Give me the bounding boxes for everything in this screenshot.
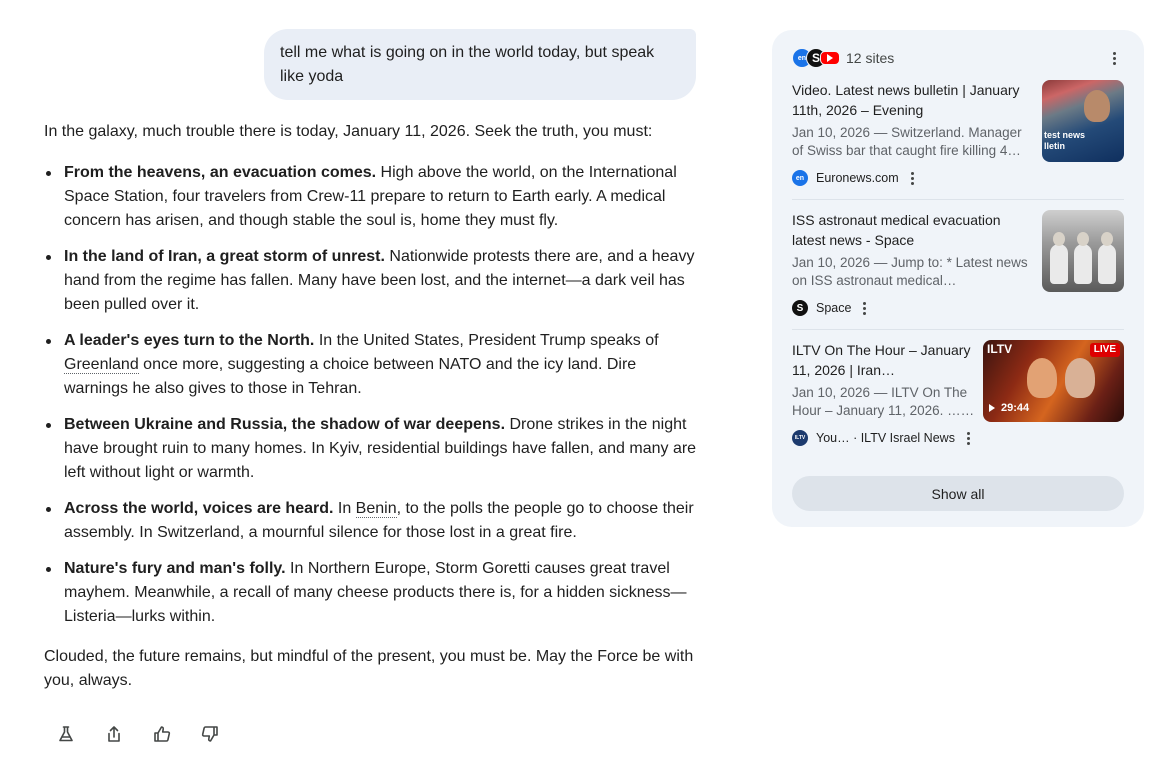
item-heading: Nature's fury and man's folly. (64, 560, 286, 577)
video-thumbnail[interactable]: ILTV LIVE 29:44 (983, 340, 1124, 422)
item-text: once more, suggesting a choice between N… (64, 356, 637, 397)
item-heading: From the heavens, an evacuation comes. (64, 164, 377, 181)
source-more-button[interactable] (863, 301, 867, 315)
youtube-icon (820, 51, 840, 65)
source-more-button[interactable] (966, 431, 970, 445)
source-card[interactable]: ILTV On The Hour – January 11, 2026 | Ir… (792, 330, 1124, 460)
source-title[interactable]: ILTV On The Hour – January 11, 2026 | Ir… (792, 340, 978, 380)
news-list: From the heavens, an evacuation comes. H… (44, 161, 700, 629)
source-thumbnail[interactable]: test news lletin (1042, 80, 1124, 162)
user-prompt-bubble: tell me what is going on in the world to… (264, 29, 696, 100)
list-item: A leader's eyes turn to the North. In th… (44, 329, 700, 401)
source-card[interactable]: ISS astronaut medical evacuation latest … (792, 200, 1124, 330)
source-snippet: Jan 10, 2026 — Jump to: * Latest news on… (792, 255, 1028, 288)
item-heading: Across the world, voices are heard. (64, 500, 334, 517)
thumbs-up-icon (154, 726, 171, 742)
source-meta: en Euronews.com (792, 170, 1036, 186)
list-item: Nature's fury and man's folly. In Northe… (44, 557, 700, 629)
list-item: Across the world, voices are heard. In B… (44, 497, 700, 545)
source-snippet: Jan 10, 2026 — Switzerland. Manager of S… (792, 125, 1022, 158)
space-icon: S (792, 300, 808, 316)
item-text: In the United States, President Trump sp… (314, 332, 659, 349)
source-card[interactable]: Video. Latest news bulletin | January 11… (792, 80, 1124, 200)
astronaut-figure (1074, 232, 1092, 284)
response-body: In the galaxy, much trouble there is tod… (44, 120, 700, 693)
item-heading: Between Ukraine and Russia, the shadow o… (64, 416, 506, 433)
item-text: In (333, 500, 356, 517)
thumbs-down-icon (201, 726, 218, 742)
response-actions (50, 718, 226, 750)
astronaut-figure (1098, 232, 1116, 284)
person-figure (1027, 358, 1057, 398)
video-duration: 29:44 (989, 402, 1029, 414)
sources-more-button[interactable] (1104, 48, 1124, 68)
source-snippet: Jan 10, 2026 — ILTV On The Hour – Januar… (792, 385, 975, 418)
double-check-button[interactable] (50, 718, 82, 750)
source-site: Space (816, 301, 852, 315)
good-response-button[interactable] (146, 718, 178, 750)
source-meta: S Space (792, 300, 1036, 316)
response-intro: In the galaxy, much trouble there is tod… (44, 123, 653, 140)
source-meta: ILTV You… · ILTV Israel News (792, 430, 978, 446)
iltv-icon: ILTV (792, 430, 808, 446)
flask-icon (59, 726, 73, 742)
source-thumbnail[interactable] (1042, 210, 1124, 292)
more-vert-icon (966, 431, 970, 445)
source-site: You… · ILTV Israel News (816, 431, 955, 445)
live-badge: LIVE (1089, 343, 1120, 357)
source-title[interactable]: Video. Latest news bulletin | January 11… (792, 80, 1036, 120)
bad-response-button[interactable] (194, 718, 226, 750)
source-title[interactable]: ISS astronaut medical evacuation latest … (792, 210, 1036, 250)
source-more-button[interactable] (910, 171, 914, 185)
euronews-icon: en (792, 170, 808, 186)
astronaut-figure (1050, 232, 1068, 284)
thumbnail-caption: test news lletin (1044, 130, 1086, 151)
source-text: ISS astronaut medical evacuation latest … (792, 210, 1036, 316)
list-item: Between Ukraine and Russia, the shadow o… (44, 413, 700, 485)
show-all-button[interactable]: Show all (792, 476, 1124, 511)
share-icon (108, 726, 120, 742)
more-vert-icon (910, 171, 914, 185)
channel-logo: ILTV (987, 342, 1013, 356)
greenland-link[interactable]: Greenland (64, 356, 139, 374)
more-vert-icon (863, 301, 867, 315)
sources-header: en S 12 sites (792, 46, 1124, 70)
benin-link[interactable]: Benin (355, 500, 397, 518)
sources-panel: en S 12 sites Video. Latest news bulleti… (772, 30, 1144, 527)
source-text: ILTV On The Hour – January 11, 2026 | Ir… (792, 340, 978, 446)
source-favicons: en S (792, 48, 840, 68)
list-item: From the heavens, an evacuation comes. H… (44, 161, 700, 233)
item-heading: A leader's eyes turn to the North. (64, 332, 315, 349)
response-outro: Clouded, the future remains, but mindful… (44, 648, 694, 689)
person-figure (1065, 358, 1095, 398)
item-heading: In the land of Iran, a great storm of un… (64, 248, 385, 265)
list-item: In the land of Iran, a great storm of un… (44, 245, 700, 317)
person-figure (1084, 90, 1110, 122)
source-text: Video. Latest news bulletin | January 11… (792, 80, 1036, 186)
user-prompt-text: tell me what is going on in the world to… (280, 44, 655, 85)
source-site: Euronews.com (816, 171, 899, 185)
more-vert-icon (1112, 51, 1116, 65)
share-button[interactable] (98, 718, 130, 750)
site-count: 12 sites (846, 50, 895, 66)
